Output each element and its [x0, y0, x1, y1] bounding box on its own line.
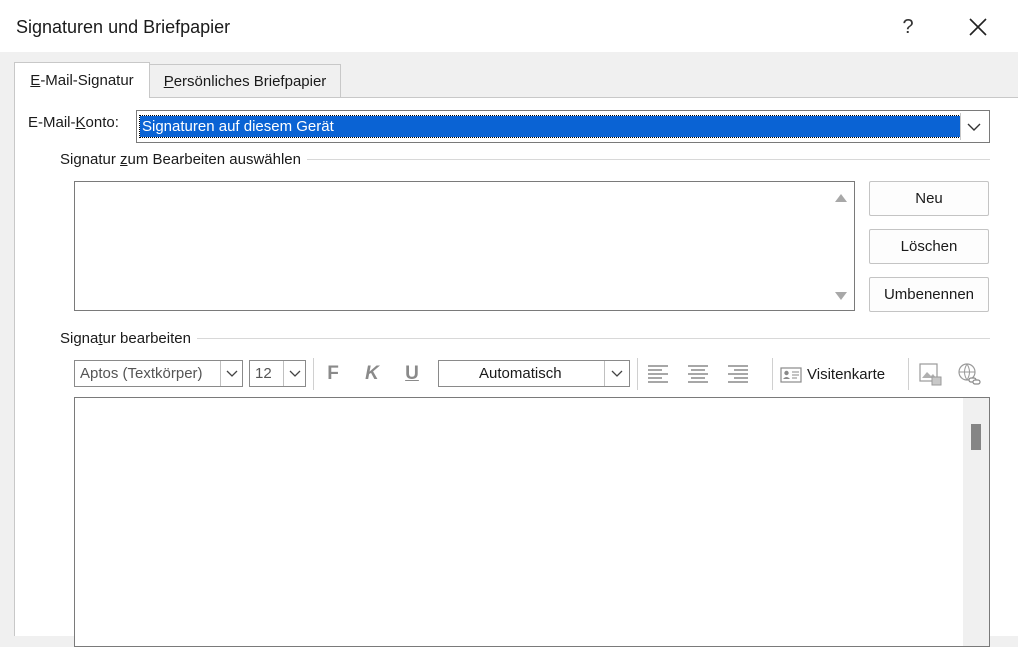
chevron-down-icon — [967, 123, 981, 131]
edit-group-title-pre: Signa — [60, 330, 99, 347]
font-family-dropdown[interactable]: Aptos (Textkörper) — [74, 360, 243, 387]
scroll-up-arrow-icon[interactable] — [835, 194, 847, 202]
delete-button[interactable]: Löschen — [869, 229, 989, 264]
signature-list-scrollbar[interactable] — [828, 182, 854, 310]
chevron-down-icon — [611, 370, 623, 377]
insert-hyperlink-button[interactable] — [955, 361, 983, 387]
help-button[interactable]: ? — [884, 8, 932, 46]
select-group-title-pre: Signatur — [60, 151, 121, 168]
font-size-dropdown-button[interactable] — [283, 361, 305, 386]
title-bar: Signaturen und Briefpapier ? — [0, 0, 1018, 52]
align-left-button[interactable] — [644, 361, 672, 387]
tab-email-signature-label: -Mail-Signatur — [40, 72, 134, 89]
business-card-button[interactable]: Visitenkarte — [780, 361, 896, 388]
tab-personal-stationery-label: ersönliches Briefpapier — [173, 73, 327, 90]
business-card-icon — [780, 366, 802, 383]
align-left-icon — [648, 365, 668, 383]
chevron-down-icon — [289, 370, 300, 377]
font-color-value: Automatisch — [479, 365, 562, 382]
account-label-post: onto: — [85, 114, 119, 131]
new-button[interactable]: Neu — [869, 181, 989, 216]
editor-scroll-thumb[interactable] — [971, 424, 981, 450]
chevron-down-icon — [226, 370, 237, 377]
insert-picture-button[interactable] — [916, 361, 944, 387]
toolbar-separator — [313, 358, 314, 390]
tab-personal-stationery-accel: P — [163, 73, 174, 90]
toolbar-separator — [908, 358, 909, 390]
tab-email-signature[interactable]: E -Mail-Signatur — [14, 62, 150, 98]
align-right-icon — [728, 365, 748, 383]
bold-button[interactable]: F — [319, 361, 347, 387]
account-label-accel: K — [75, 114, 86, 131]
edit-group-line — [60, 338, 990, 339]
toolbar-separator — [637, 358, 638, 390]
window-title: Signaturen und Briefpapier — [16, 17, 231, 37]
underline-button[interactable]: U — [398, 361, 426, 387]
account-label-pre: E-Mail- — [28, 114, 76, 131]
account-label: E-Mail-Konto: — [28, 114, 119, 131]
business-card-label: Visitenkarte — [807, 366, 886, 383]
align-center-button[interactable] — [684, 361, 712, 387]
insert-picture-icon — [919, 363, 942, 386]
signature-list[interactable] — [74, 181, 855, 311]
edit-group-title: Signatur bearbeiten — [60, 330, 197, 347]
account-dropdown[interactable]: Signaturen auf diesem Gerät — [136, 110, 990, 143]
edit-group-title-post: ur bearbeiten — [102, 330, 191, 347]
tab-personal-stationery[interactable]: Persönliches Briefpapier — [150, 64, 341, 98]
close-icon — [969, 18, 987, 36]
signature-editor[interactable] — [74, 397, 990, 647]
close-button[interactable] — [954, 8, 1002, 46]
select-group-title-post: um Bearbeiten auswählen — [127, 151, 301, 168]
select-group-title: Signatur zum Bearbeiten auswählen — [60, 151, 307, 168]
align-center-icon — [688, 365, 708, 383]
account-selected-value: Signaturen auf diesem Gerät — [139, 115, 961, 138]
rename-button[interactable]: Umbenennen — [869, 277, 989, 312]
font-color-dropdown[interactable]: Automatisch — [438, 360, 630, 387]
hyperlink-icon — [958, 363, 981, 385]
scroll-down-arrow-icon[interactable] — [835, 292, 847, 300]
editor-scrollbar[interactable] — [963, 398, 989, 646]
italic-button[interactable]: K — [358, 361, 386, 387]
font-color-dropdown-button[interactable] — [604, 361, 629, 386]
account-dropdown-button[interactable] — [960, 113, 987, 140]
select-group-title-accel: z — [120, 151, 128, 168]
font-family-dropdown-button[interactable] — [220, 361, 242, 386]
font-size-value: 12 — [255, 365, 272, 382]
font-size-dropdown[interactable]: 12 — [249, 360, 306, 387]
toolbar-separator — [772, 358, 773, 390]
font-family-value: Aptos (Textkörper) — [80, 365, 203, 382]
tab-email-signature-accel: E — [30, 72, 41, 89]
align-right-button[interactable] — [724, 361, 752, 387]
